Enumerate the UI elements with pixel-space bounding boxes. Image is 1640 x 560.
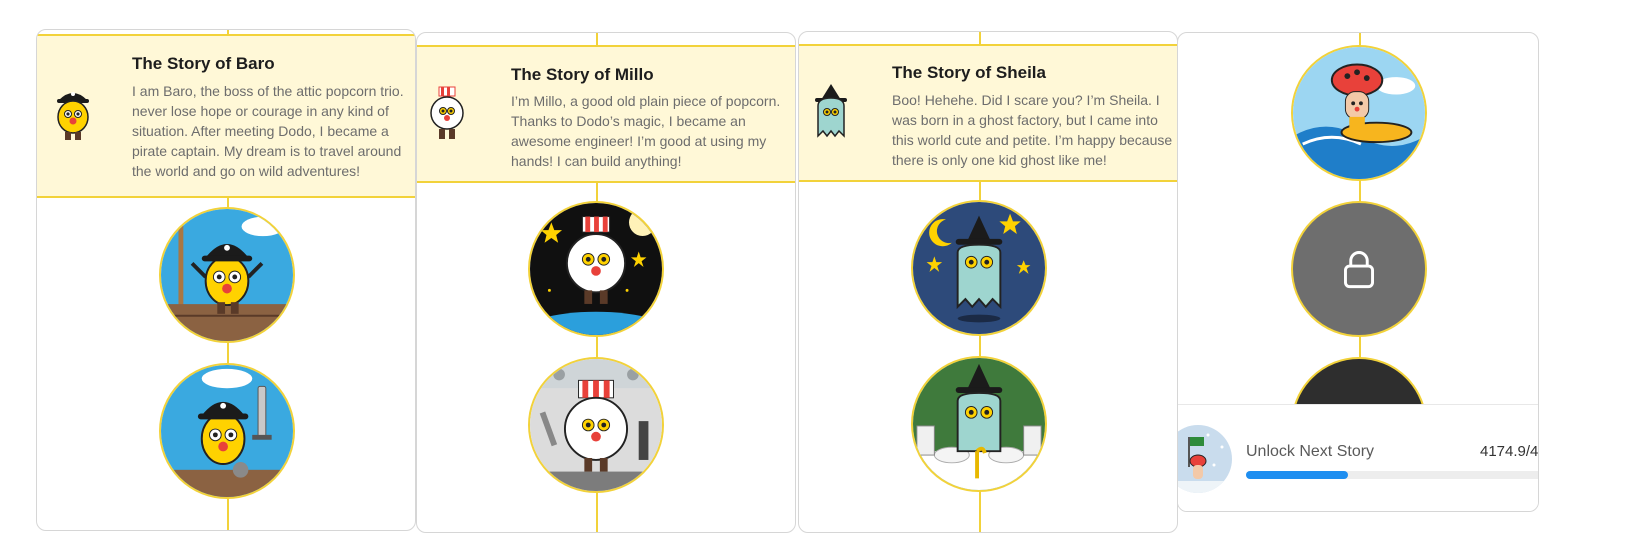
story-episode-thumbnail[interactable] [528, 357, 664, 493]
story-description-line: there is only one kid ghost like me! [892, 152, 1107, 168]
story-episode-thumbnail[interactable] [159, 207, 295, 343]
locked-episode[interactable] [1291, 201, 1427, 337]
story-episode-thumbnail[interactable] [911, 200, 1047, 336]
story-episode-thumbnail[interactable] [1291, 45, 1427, 181]
story-title: The Story of Sheila [892, 63, 1046, 82]
story-episode-thumbnail[interactable] [159, 363, 295, 499]
story-header: The Story of Baro I am Baro, the boss of… [37, 34, 415, 198]
story-episode-thumbnail[interactable] [911, 356, 1047, 492]
story-episode-thumbnail[interactable] [528, 201, 664, 337]
story-header: The Story of Sheila Boo! Hehehe. Did I s… [799, 44, 1177, 182]
unlock-next-story-bar[interactable]: Unlock Next Story 4174.9/4 [1178, 404, 1538, 511]
story-header: The Story of Millo I’m Millo, a good old… [417, 45, 795, 183]
millo-icon [427, 85, 467, 148]
story-description-line: pirate captain. My dream is to travel ar… [132, 143, 402, 159]
story-description-line: never lose hope or courage in any kind o… [132, 103, 389, 119]
story-description-line: awesome engineer! I’m good at using my [511, 133, 767, 149]
story-description-line: Boo! Hehehe. Did I scare you? I’m Sheila… [892, 92, 1160, 108]
story-panel-locked: Unlock Next Story 4174.9/4 [1177, 32, 1539, 512]
story-description-line: I am Baro, the boss of the attic popcorn… [132, 83, 404, 99]
story-title: The Story of Baro [132, 54, 275, 73]
unlock-progress-track [1246, 471, 1538, 479]
story-description-line: Thanks to Dodo’s magic, I became an [511, 113, 746, 129]
story-panel-millo: The Story of Millo I’m Millo, a good old… [416, 32, 796, 533]
baro-icon [53, 84, 93, 149]
sheila-icon [811, 84, 851, 147]
story-description-line: hands! I can build anything! [511, 153, 682, 169]
lock-icon [1344, 251, 1374, 289]
story-description-line: this world cute and petite. I’m happy be… [892, 132, 1173, 148]
story-description-line: I’m Millo, a good old plain piece of pop… [511, 93, 781, 109]
story-panel-baro: The Story of Baro I am Baro, the boss of… [36, 29, 416, 531]
story-title: The Story of Millo [511, 65, 654, 84]
unlock-label: Unlock Next Story [1246, 443, 1375, 460]
unlock-progress-value: 4174.9/4 [1480, 443, 1539, 460]
story-description-line: was born in a ghost factory, but I came … [892, 112, 1158, 128]
story-description-line: situation. After meeting Dodo, I became … [132, 123, 389, 139]
next-story-thumbnail [1178, 425, 1232, 493]
story-description-line: the world and go on wild adventures! [132, 163, 361, 179]
unlock-progress-fill [1246, 471, 1348, 479]
story-panel-sheila: The Story of Sheila Boo! Hehehe. Did I s… [798, 31, 1178, 533]
